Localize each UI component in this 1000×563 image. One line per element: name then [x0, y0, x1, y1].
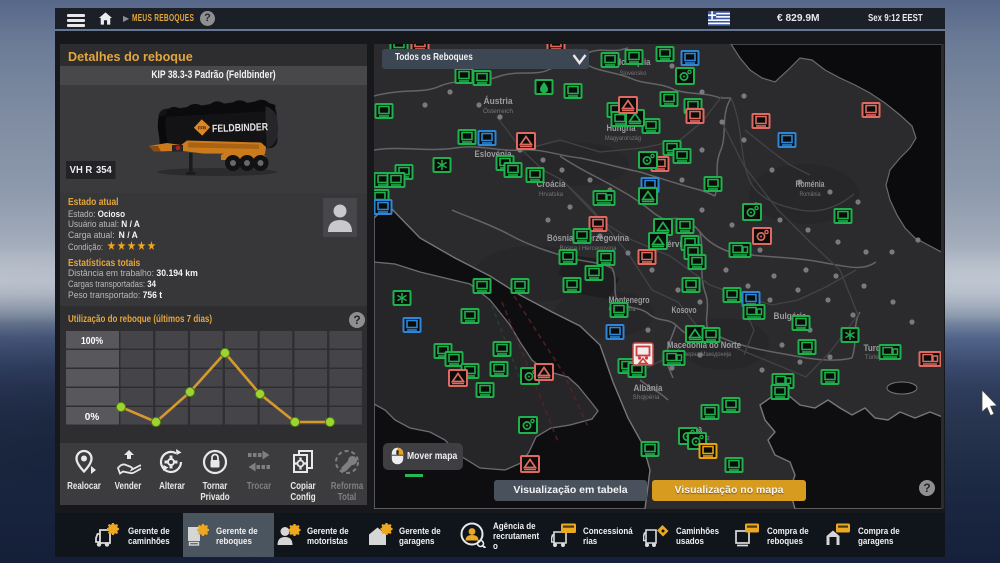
svg-text:0%: 0% — [85, 412, 100, 423]
svg-text:Roménia: Roménia — [796, 179, 826, 189]
svg-text:Slovensko: Slovensko — [620, 70, 647, 77]
svg-text:FELDBINDER: FELDBINDER — [212, 121, 269, 135]
svg-text:Kosovo: Kosovo — [672, 305, 697, 315]
svg-text:Hrvatska: Hrvatska — [539, 191, 563, 198]
svg-text:Áustria: Áustria — [484, 96, 514, 106]
svg-text:FFB: FFB — [198, 125, 206, 130]
svg-text:Albânia: Albânia — [634, 383, 664, 393]
svg-text:Magyarország: Magyarország — [605, 135, 641, 142]
svg-text:România: România — [800, 191, 821, 198]
svg-text:Österreich: Österreich — [483, 107, 513, 115]
svg-text:100%: 100% — [81, 336, 103, 347]
svg-text:Shqipëria: Shqipëria — [633, 394, 660, 401]
